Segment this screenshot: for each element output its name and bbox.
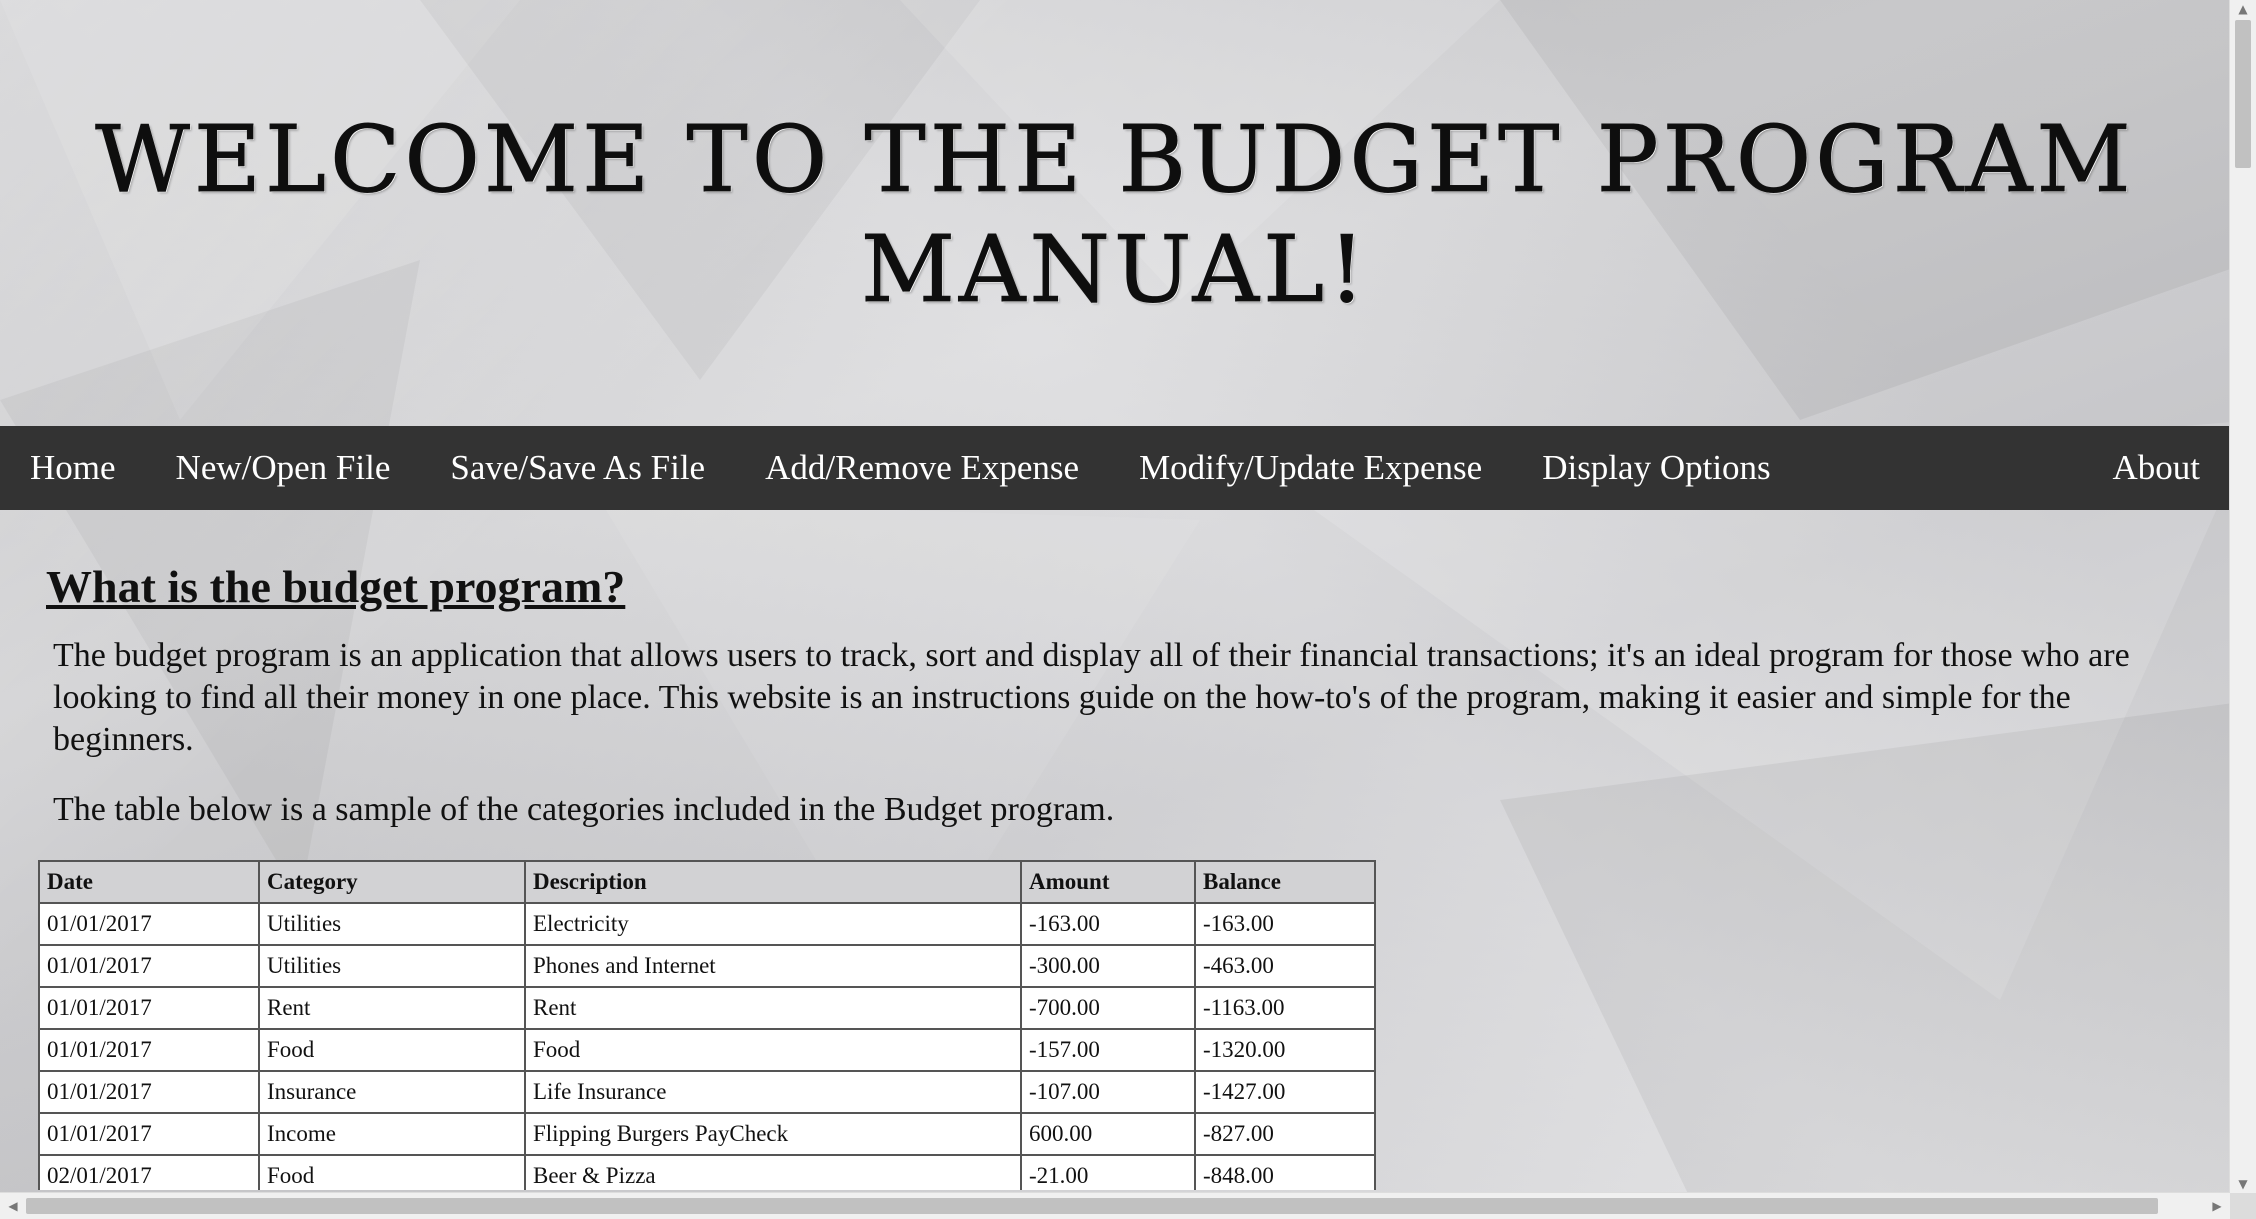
main-content: What is the budget program? The budget p… (0, 510, 2230, 1190)
table-row: 02/01/2017 Food Beer & Pizza -21.00 -848… (38, 1154, 1376, 1190)
cell-description: Phones and Internet (524, 944, 1022, 988)
cell-amount: -163.00 (1020, 902, 1196, 946)
cell-description: Beer & Pizza (524, 1154, 1022, 1190)
nav-about[interactable]: About (2083, 426, 2231, 510)
nav-add-remove-expense[interactable]: Add/Remove Expense (735, 426, 1109, 510)
cell-date: 01/01/2017 (38, 1112, 260, 1156)
top-navigation-bar: Home New/Open File Save/Save As File Add… (0, 426, 2230, 510)
scroll-up-arrow-icon[interactable]: ▲ (2230, 2, 2256, 16)
cell-category: Utilities (258, 902, 526, 946)
cell-balance: -827.00 (1194, 1112, 1376, 1156)
cell-category: Food (258, 1028, 526, 1072)
nav-new-open-file[interactable]: New/Open File (146, 426, 421, 510)
cell-balance: -1163.00 (1194, 986, 1376, 1030)
cell-date: 01/01/2017 (38, 902, 260, 946)
page-title-line2: Manual! (860, 216, 1370, 324)
cell-amount: -107.00 (1020, 1070, 1196, 1114)
cell-category: Insurance (258, 1070, 526, 1114)
cell-amount: -300.00 (1020, 944, 1196, 988)
column-header-amount: Amount (1020, 860, 1196, 904)
vertical-scrollbar-thumb[interactable] (2235, 20, 2251, 168)
cell-balance: -463.00 (1194, 944, 1376, 988)
cell-amount: 600.00 (1020, 1112, 1196, 1156)
cell-description: Flipping Burgers PayCheck (524, 1112, 1022, 1156)
cell-description: Electricity (524, 902, 1022, 946)
section-heading: What is the budget program? (46, 561, 626, 612)
cell-balance: -163.00 (1194, 902, 1376, 946)
page-title-line1: Welcome to the Budget Program (95, 106, 2135, 214)
cell-amount: -700.00 (1020, 986, 1196, 1030)
scrollbar-corner (2230, 1193, 2256, 1219)
table-row: 01/01/2017 Utilities Electricity -163.00… (38, 902, 1376, 946)
table-row: 01/01/2017 Insurance Life Insurance -107… (38, 1070, 1376, 1114)
nav-home[interactable]: Home (0, 426, 146, 510)
table-row: 01/01/2017 Utilities Phones and Internet… (38, 944, 1376, 988)
table-row: 01/01/2017 Rent Rent -700.00 -1163.00 (38, 986, 1376, 1030)
nav-modify-update-expense[interactable]: Modify/Update Expense (1109, 426, 1512, 510)
cell-category: Food (258, 1154, 526, 1190)
nav-display-options[interactable]: Display Options (1512, 426, 1800, 510)
cell-date: 02/01/2017 (38, 1154, 260, 1190)
cell-amount: -157.00 (1020, 1028, 1196, 1072)
table-row: 01/01/2017 Food Food -157.00 -1320.00 (38, 1028, 1376, 1072)
column-header-date: Date (38, 860, 260, 904)
table-row: 01/01/2017 Income Flipping Burgers PayCh… (38, 1112, 1376, 1156)
cell-description: Rent (524, 986, 1022, 1030)
column-header-balance: Balance (1194, 860, 1376, 904)
cell-balance: -1320.00 (1194, 1028, 1376, 1072)
cell-date: 01/01/2017 (38, 944, 260, 988)
vertical-scrollbar[interactable]: ▲ ▼ (2229, 0, 2256, 1193)
horizontal-scrollbar[interactable]: ◀ ▶ (0, 1192, 2230, 1219)
column-header-category: Category (258, 860, 526, 904)
cell-amount: -21.00 (1020, 1154, 1196, 1190)
table-intro-paragraph: The table below is a sample of the categ… (53, 791, 1115, 828)
cell-date: 01/01/2017 (38, 1028, 260, 1072)
scroll-down-arrow-icon[interactable]: ▼ (2230, 1177, 2256, 1191)
cell-description: Life Insurance (524, 1070, 1022, 1114)
scroll-left-arrow-icon[interactable]: ◀ (0, 1193, 26, 1219)
cell-balance: -848.00 (1194, 1154, 1376, 1190)
site-header: Welcome to the Budget Program Manual! (0, 0, 2230, 426)
cell-category: Utilities (258, 944, 526, 988)
sample-budget-table: Date Category Description Amount Balance… (38, 860, 1376, 1190)
scroll-right-arrow-icon[interactable]: ▶ (2204, 1193, 2230, 1219)
cell-date: 01/01/2017 (38, 986, 260, 1030)
cell-date: 01/01/2017 (38, 1070, 260, 1114)
column-header-description: Description (524, 860, 1022, 904)
cell-description: Food (524, 1028, 1022, 1072)
page: Welcome to the Budget Program Manual! Ho… (0, 0, 2230, 1190)
page-title: Welcome to the Budget Program Manual! (95, 101, 2134, 325)
cell-category: Rent (258, 986, 526, 1030)
nav-save-save-as-file[interactable]: Save/Save As File (420, 426, 735, 510)
table-header-row: Date Category Description Amount Balance (38, 860, 1376, 904)
intro-paragraph: The budget program is an application tha… (53, 637, 2130, 758)
horizontal-scrollbar-thumb[interactable] (26, 1198, 2158, 1214)
cell-category: Income (258, 1112, 526, 1156)
cell-balance: -1427.00 (1194, 1070, 1376, 1114)
